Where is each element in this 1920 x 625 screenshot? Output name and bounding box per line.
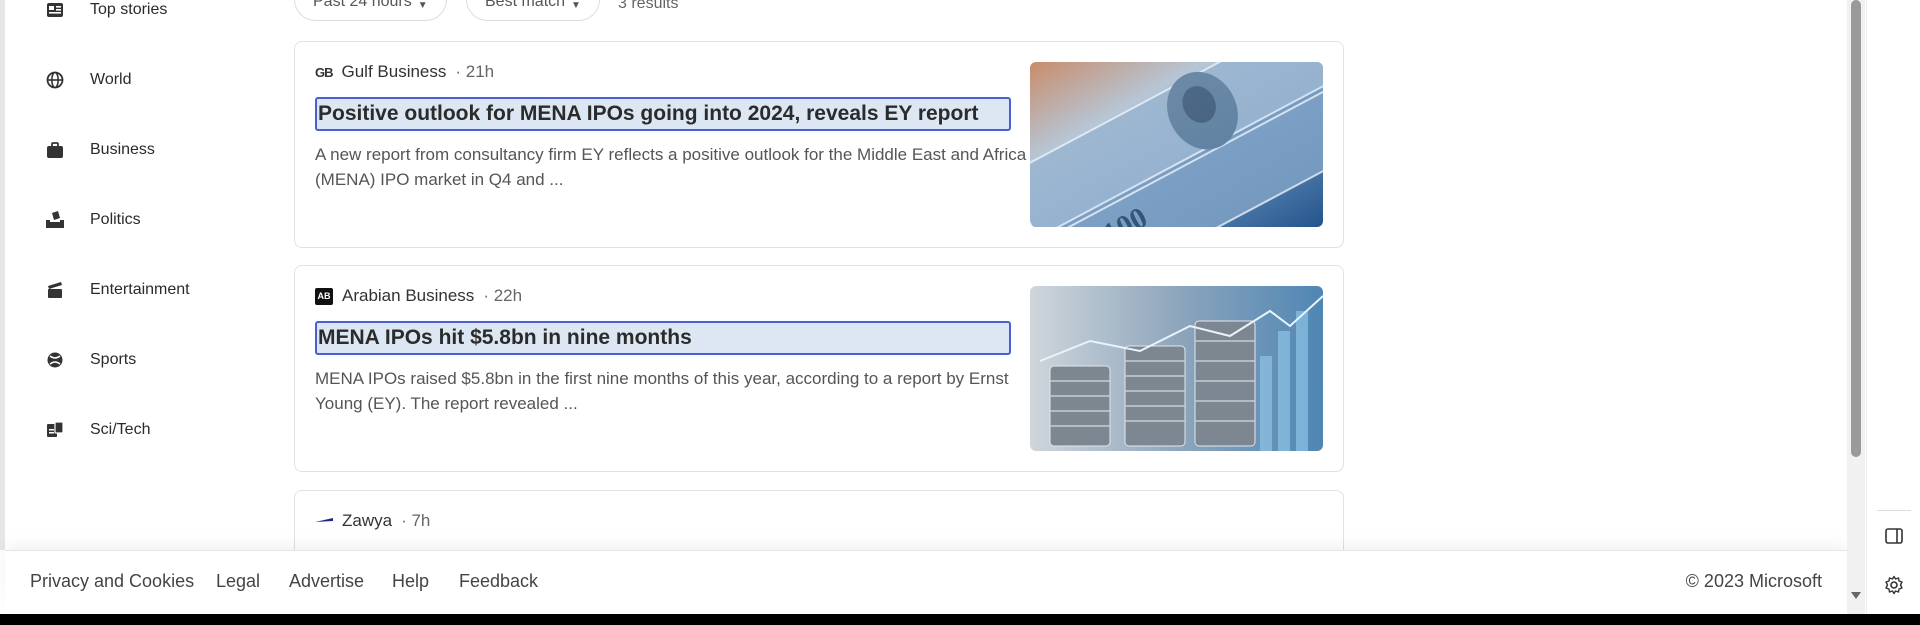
arabian-business-logo-icon: AB <box>315 287 333 305</box>
article-title-link[interactable]: Positive outlook for MENA IPOs going int… <box>315 97 1011 131</box>
news-card[interactable]: AB Arabian Business · 22h MENA IPOs hit … <box>294 265 1344 472</box>
sidebar-item-top-stories[interactable]: Top stories <box>45 0 167 30</box>
scroll-down-arrow-icon[interactable] <box>1851 592 1861 599</box>
footer-link-advertise[interactable]: Advertise <box>289 571 364 592</box>
footer-link-feedback[interactable]: Feedback <box>459 571 538 592</box>
sidebar-item-label: Entertainment <box>90 281 190 298</box>
sidebar-item-label: Top stories <box>90 1 168 18</box>
sidebar-item-label: World <box>90 71 132 88</box>
time-filter-dropdown[interactable]: Past 24 hours ▼ <box>294 0 447 21</box>
article-title-link[interactable]: MENA IPOs hit $5.8bn in nine months <box>315 321 1011 355</box>
time-filter-label: Past 24 hours <box>313 0 412 10</box>
ballot-box-icon <box>45 210 65 230</box>
sidebar-item-label: Politics <box>90 211 141 228</box>
clapperboard-icon <box>45 280 65 300</box>
sidebar-item-sports[interactable]: Sports <box>45 340 136 380</box>
results-count: 3 results <box>618 0 679 12</box>
article-age: · 21h <box>455 62 495 81</box>
coin-stacks-chart-image <box>1030 286 1323 451</box>
article-snippet: MENA IPOs raised $5.8bn in the first nin… <box>315 369 1009 413</box>
browser-side-rail <box>1866 0 1920 614</box>
sidebar-item-entertainment[interactable]: Entertainment <box>45 270 190 310</box>
scrollbar-thumb[interactable] <box>1851 0 1861 457</box>
sidebar-item-sci-tech[interactable]: Sci/Tech <box>45 410 150 450</box>
briefcase-icon <box>45 140 65 160</box>
rail-divider <box>1877 510 1911 511</box>
chevron-down-icon: ▼ <box>571 0 581 11</box>
sidebar-item-world[interactable]: World <box>45 60 132 100</box>
sidebar-panel-button[interactable] <box>1883 527 1905 549</box>
article-age: · 7h <box>401 511 431 530</box>
dollar-bills-image: 100 <box>1030 62 1323 227</box>
category-sidebar: Top stories World Business Politics Ente… <box>0 0 260 550</box>
source-name: Zawya <box>342 511 393 530</box>
article-age: · 22h <box>483 286 523 305</box>
newspaper-icon <box>45 0 65 20</box>
sports-ball-icon <box>45 350 65 370</box>
article-source[interactable]: GB Gulf Business · 21h <box>315 62 494 82</box>
sidebar-item-label: Business <box>90 141 155 158</box>
article-source[interactable]: Zawya · 7h <box>315 511 430 531</box>
footer-link-help[interactable]: Help <box>392 571 429 592</box>
chevron-down-icon: ▼ <box>417 0 428 11</box>
sidebar-panel-icon <box>1885 527 1903 549</box>
flask-icon <box>45 420 65 440</box>
gulf-business-logo-icon: GB <box>315 64 333 80</box>
source-name: Gulf Business <box>341 62 447 81</box>
sort-label: Best match <box>485 0 566 10</box>
article-thumbnail[interactable]: 100 <box>1030 62 1323 227</box>
source-name: Arabian Business <box>342 286 475 305</box>
zawya-logo-icon <box>315 511 333 531</box>
footer-link-privacy[interactable]: Privacy and Cookies <box>30 571 194 592</box>
sort-dropdown[interactable]: Best match ▼ <box>466 0 600 21</box>
sidebar-item-politics[interactable]: Politics <box>45 200 141 240</box>
settings-button[interactable] <box>1883 575 1905 600</box>
article-thumbnail[interactable] <box>1030 286 1323 451</box>
article-snippet: A new report from consultancy firm EY re… <box>315 145 1027 189</box>
sidebar-item-label: Sci/Tech <box>90 421 151 438</box>
globe-icon <box>45 70 65 90</box>
sidebar-item-business[interactable]: Business <box>45 130 155 170</box>
page-footer: Privacy and Cookies Legal Advertise Help… <box>5 550 1847 610</box>
copyright: © 2023 Microsoft <box>1685 571 1822 591</box>
news-page: Top stories World Business Politics Ente… <box>0 0 1920 614</box>
vertical-scrollbar[interactable] <box>1847 0 1865 614</box>
footer-link-legal[interactable]: Legal <box>216 571 260 592</box>
gear-icon <box>1884 575 1904 600</box>
article-source[interactable]: AB Arabian Business · 22h <box>315 286 522 306</box>
news-card[interactable]: GB Gulf Business · 21h Positive outlook … <box>294 41 1344 248</box>
sidebar-item-label: Sports <box>90 351 137 368</box>
